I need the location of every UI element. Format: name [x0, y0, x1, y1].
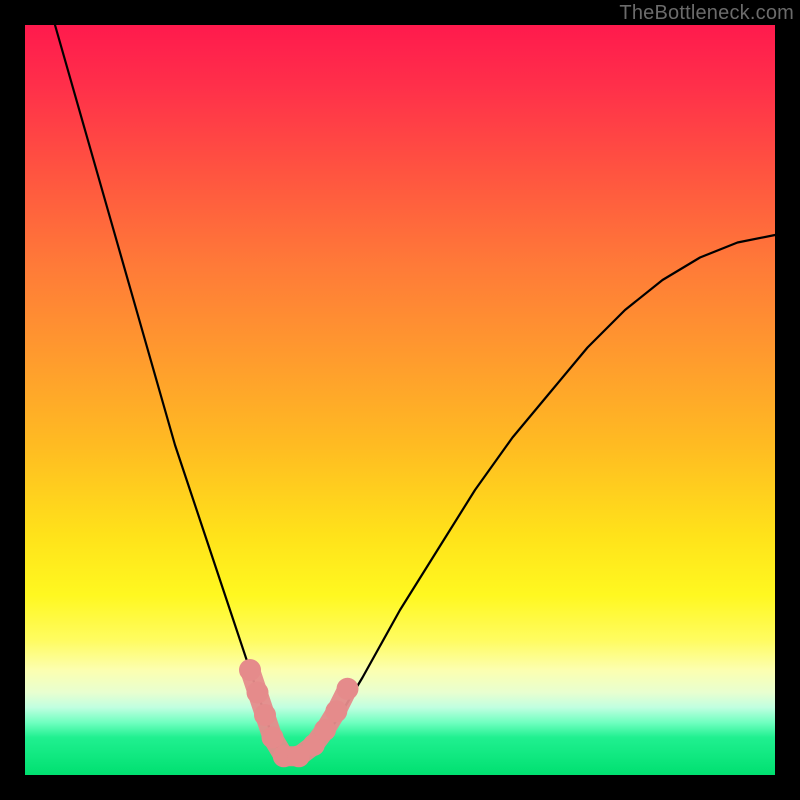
marker-dot — [325, 700, 347, 722]
marker-dot — [239, 659, 261, 681]
marker-dot — [337, 678, 359, 700]
marker-dot — [247, 682, 269, 704]
chart-overlay — [0, 0, 800, 800]
marker-dot — [254, 704, 276, 726]
marker-dots — [239, 659, 359, 767]
bottleneck-curve-line — [55, 25, 775, 760]
marker-dot — [314, 719, 336, 741]
marker-dot — [262, 727, 284, 749]
